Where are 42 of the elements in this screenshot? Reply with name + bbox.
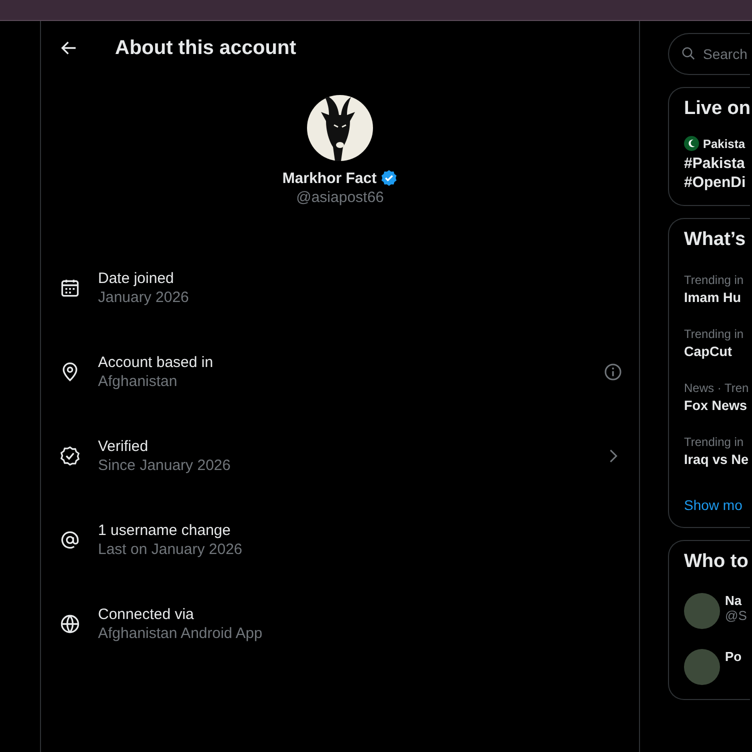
detail-value: January 2026 [98,289,190,306]
card-title: Who to [684,551,750,573]
live-source: Pakista [703,136,746,150]
avatar-placeholder [684,593,720,629]
detail-value: Afghanistan [98,373,178,390]
detail-value: Afghanistan Android App [98,625,264,642]
info-icon[interactable] [603,362,623,382]
page-title: About this account [115,36,296,60]
detail-value: Last on January 2026 [98,541,244,558]
globe-icon [59,613,81,635]
detail-value: Since January 2026 [98,457,232,474]
user-handle: @S [725,608,747,623]
show-more-link[interactable]: Show mo [684,497,750,513]
detail-label: Connected via [98,606,195,623]
detail-label: Verified [98,438,150,455]
trend-category: Trending in [684,435,745,449]
trend-name[interactable]: Iraq vs Ne [684,452,750,467]
trend-category: News · Tren [684,381,750,395]
hashtag[interactable]: #OpenDi [684,174,750,191]
user-name[interactable]: Na [725,593,747,608]
detail-label: Account based in [98,354,214,371]
trend-name[interactable]: Imam Hu [684,290,750,305]
account-handle: @asiapost66 [296,189,384,206]
detail-label: 1 username change [98,522,232,539]
account-name: Markhor Fact [282,170,377,186]
calendar-icon [59,277,81,299]
search-icon [681,46,696,61]
hashtag[interactable]: #Pakista [684,155,750,172]
detail-label: Date joined [98,270,175,287]
trend-name[interactable]: Fox News [684,398,750,413]
search-field[interactable]: Search [668,33,750,75]
goat-avatar-icon [307,95,373,161]
card-title: What’s [684,229,747,251]
avatar-placeholder [684,649,720,685]
trend-name[interactable]: CapCut [684,344,750,359]
verified-badge-icon [59,445,81,467]
trend-category: Trending in [684,273,745,287]
at-sign-icon [59,529,81,551]
flag-icon [684,136,699,151]
card-title: Live on [684,98,750,120]
trend-category: Trending in [684,327,745,341]
user-name[interactable]: Po [725,649,742,664]
